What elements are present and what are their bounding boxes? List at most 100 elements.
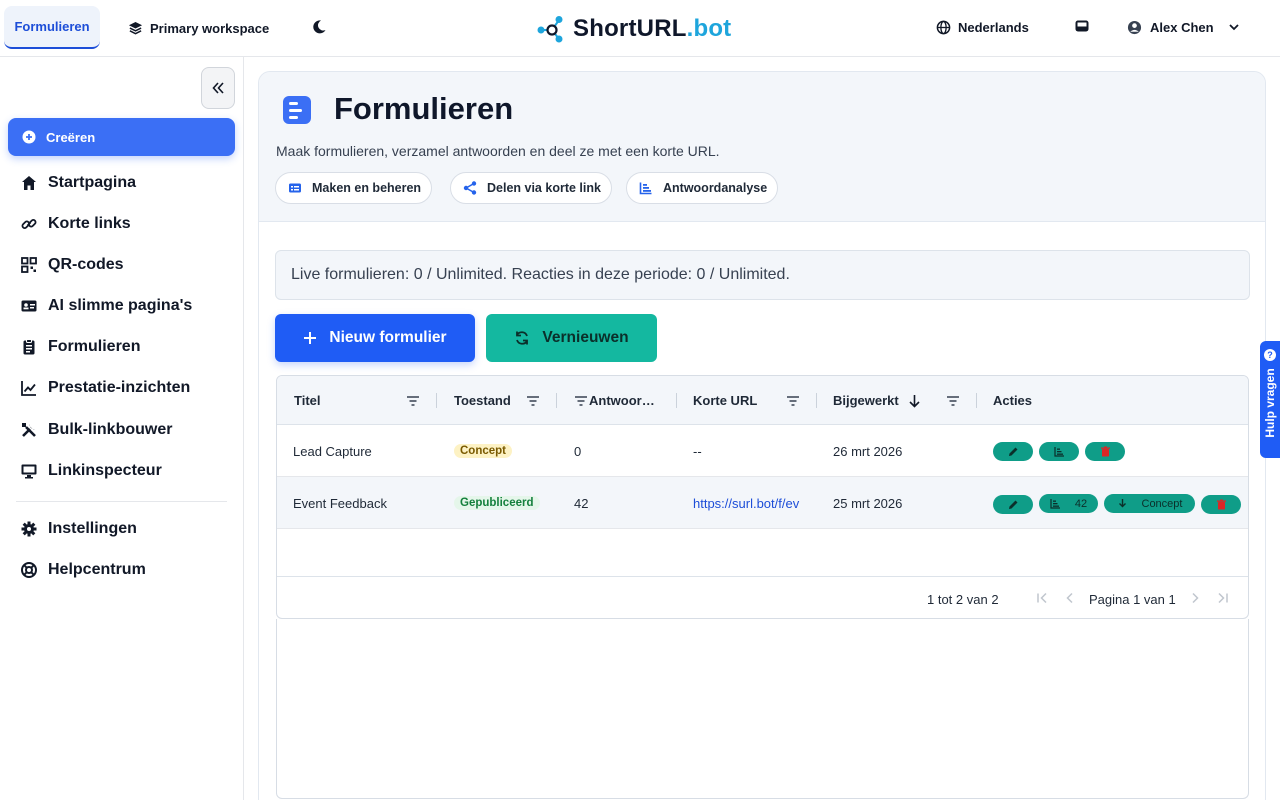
sidebar-item-label: AI slimme pagina's bbox=[48, 297, 193, 314]
page-indicator: Pagina 1 van 1 bbox=[1089, 591, 1176, 607]
sidebar-item-label: Linkinspecteur bbox=[48, 462, 162, 479]
cell-title: Lead Capture bbox=[293, 443, 372, 459]
cell-answers: 0 bbox=[574, 443, 582, 459]
new-form-button[interactable]: Nieuw formulier bbox=[275, 314, 475, 362]
sidebar-item-label: Prestatie-inzichten bbox=[48, 379, 191, 396]
workspace-switcher[interactable]: Primary workspace bbox=[128, 18, 269, 38]
plus-circle-icon bbox=[22, 130, 36, 144]
download-button[interactable]: Concept bbox=[1104, 494, 1195, 513]
cell-answers: 42 bbox=[574, 495, 589, 511]
edit-button[interactable] bbox=[993, 495, 1033, 514]
header-acties: Acties bbox=[993, 393, 1033, 408]
chevron-down-icon bbox=[1228, 24, 1239, 31]
sidebar-item-bulk[interactable]: Bulk-linkbouwer bbox=[20, 419, 172, 441]
inbox-button[interactable] bbox=[1074, 18, 1092, 36]
table-row[interactable]: Event Feedback Gepubliceerd 42 https://s… bbox=[277, 477, 1248, 529]
question-icon: ? bbox=[1264, 349, 1276, 361]
home-icon bbox=[22, 176, 36, 190]
logo[interactable]: ShortURL.bot bbox=[537, 14, 731, 44]
forms-page-icon bbox=[283, 96, 311, 124]
refresh-icon bbox=[516, 331, 529, 345]
sidebar-item-formulieren[interactable]: Formulieren bbox=[20, 336, 140, 358]
sidebar-item-instellingen[interactable]: Instellingen bbox=[20, 518, 137, 540]
tab-formulieren[interactable]: Formulieren bbox=[4, 6, 100, 49]
edit-button[interactable] bbox=[993, 442, 1033, 461]
column-separator[interactable] bbox=[676, 393, 677, 408]
sidebar-item-linkinspecteur[interactable]: Linkinspecteur bbox=[20, 460, 162, 482]
sidebar-item-prestatie[interactable]: Prestatie-inzichten bbox=[20, 377, 190, 399]
filter-icon[interactable] bbox=[406, 394, 420, 408]
user-menu[interactable]: Alex Chen bbox=[1127, 17, 1240, 37]
double-chevron-left-icon bbox=[212, 82, 224, 94]
globe-icon bbox=[936, 20, 951, 34]
create-button[interactable]: Creëren bbox=[8, 118, 235, 156]
column-separator[interactable] bbox=[816, 393, 817, 408]
monitor-icon bbox=[21, 464, 37, 479]
page-header: Formulieren Maak formulieren, verzamel a… bbox=[259, 72, 1265, 222]
prev-page-icon[interactable] bbox=[1063, 591, 1077, 605]
sidebar-item-qr-codes[interactable]: QR-codes bbox=[20, 254, 124, 276]
gear-icon bbox=[21, 521, 37, 537]
sidebar-item-startpagina[interactable]: Startpagina bbox=[20, 172, 136, 194]
sidebar-item-korte-links[interactable]: Korte links bbox=[20, 213, 131, 235]
top-bar: Formulieren Primary workspace ShortURL.b… bbox=[0, 0, 1280, 57]
dark-mode-toggle[interactable] bbox=[309, 17, 329, 37]
moon-icon bbox=[313, 20, 326, 34]
logo-mark-icon bbox=[537, 16, 563, 43]
row-range: 1 tot 2 van 2 bbox=[927, 591, 999, 607]
column-separator[interactable] bbox=[976, 393, 977, 408]
language-label: Nederlands bbox=[958, 19, 1029, 35]
analytics-button[interactable]: 42 bbox=[1039, 494, 1098, 513]
cell-status: Gepubliceerd bbox=[454, 477, 540, 529]
sidebar-item-label: QR-codes bbox=[48, 256, 124, 273]
bar-chart-icon bbox=[639, 182, 652, 195]
pencil-icon bbox=[1008, 500, 1017, 509]
table-header: Titel Toestand Antwoor… Korte URL Bijgew… bbox=[277, 376, 1248, 425]
column-separator[interactable] bbox=[556, 393, 557, 408]
filter-icon[interactable] bbox=[946, 394, 960, 408]
last-page-icon[interactable] bbox=[1216, 591, 1230, 605]
sidebar-item-label: Formulieren bbox=[48, 338, 141, 355]
cell-url-link[interactable]: https://surl.bot/f/ev bbox=[693, 477, 799, 529]
cell-title: Event Feedback bbox=[293, 495, 387, 511]
workspace-label: Primary workspace bbox=[150, 20, 270, 36]
next-page-icon[interactable] bbox=[1188, 591, 1202, 605]
lifebuoy-icon bbox=[21, 562, 37, 578]
delete-button[interactable] bbox=[1201, 495, 1241, 514]
help-tab[interactable]: ? Hulp vragen bbox=[1260, 341, 1280, 458]
filter-icon[interactable] bbox=[526, 394, 540, 408]
download-icon bbox=[1118, 499, 1126, 508]
sidebar-divider bbox=[16, 501, 227, 502]
header-toestand[interactable]: Toestand bbox=[454, 376, 511, 425]
cell-updated: 25 mrt 2026 bbox=[833, 495, 903, 511]
header-korte-url[interactable]: Korte URL bbox=[693, 376, 757, 425]
first-page-icon[interactable] bbox=[1035, 591, 1049, 605]
sort-down-icon[interactable] bbox=[908, 394, 921, 408]
chip-label: Maken en beheren bbox=[312, 181, 422, 195]
chip-maken-beheren[interactable]: Maken en beheren bbox=[275, 172, 433, 204]
delete-button[interactable] bbox=[1085, 442, 1125, 461]
tools-icon bbox=[22, 423, 36, 437]
refresh-button[interactable]: Vernieuwen bbox=[486, 314, 657, 362]
filter-icon[interactable] bbox=[574, 394, 588, 408]
header-bijgewerkt[interactable]: Bijgewerkt bbox=[833, 376, 899, 425]
collapse-sidebar-button[interactable] bbox=[201, 67, 235, 109]
trash-icon bbox=[1216, 499, 1226, 510]
cell-status: Concept bbox=[454, 425, 512, 477]
chip-delen[interactable]: Delen via korte link bbox=[450, 172, 612, 204]
chip-label: Antwoordanalyse bbox=[663, 181, 768, 195]
column-separator[interactable] bbox=[436, 393, 437, 408]
header-antwoorden[interactable]: Antwoor… bbox=[589, 376, 655, 425]
filter-icon[interactable] bbox=[786, 394, 800, 408]
sidebar-item-helpcentrum[interactable]: Helpcentrum bbox=[20, 559, 146, 581]
id-card-icon bbox=[21, 300, 37, 312]
sidebar-item-ai-pages[interactable]: AI slimme pagina's bbox=[20, 295, 192, 317]
bar-chart-icon bbox=[1050, 499, 1060, 509]
chip-antwoordanalyse[interactable]: Antwoordanalyse bbox=[626, 172, 779, 204]
refresh-label: Vernieuwen bbox=[542, 329, 629, 346]
analytics-button[interactable] bbox=[1039, 442, 1079, 461]
language-selector[interactable]: Nederlands bbox=[936, 17, 1029, 37]
page-subtitle: Maak formulieren, verzamel antwoorden en… bbox=[276, 143, 720, 159]
header-titel[interactable]: Titel bbox=[294, 376, 321, 425]
table-row[interactable]: Lead Capture Concept 0 -- 26 mrt 2026 bbox=[277, 425, 1248, 477]
